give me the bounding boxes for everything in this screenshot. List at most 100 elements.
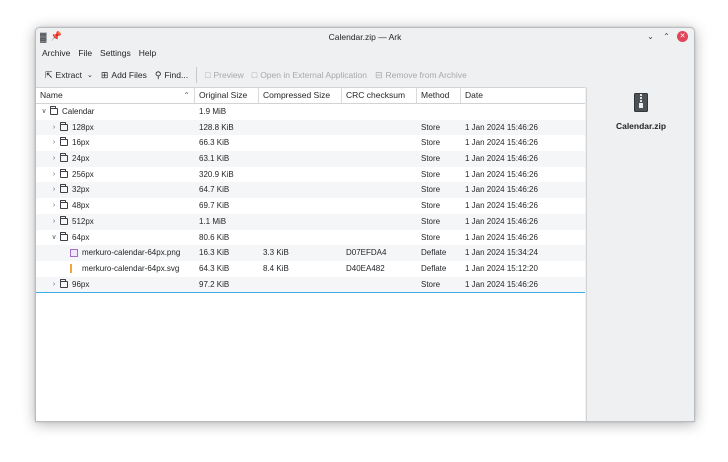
cell-date: 1 Jan 2024 15:46:26 [465, 154, 538, 164]
minimize-icon[interactable]: ⌄ [645, 31, 656, 42]
chevron-right-icon[interactable]: › [50, 182, 58, 198]
cell-name: 512px [72, 216, 94, 226]
cell-name: 64px [72, 232, 90, 242]
cell-method: Store [421, 154, 441, 164]
close-icon[interactable]: ✕ [677, 31, 688, 42]
table-row[interactable]: › 16px 66.3 KiB Store 1 Jan 2024 15:46:26 [36, 135, 585, 151]
table-row[interactable]: › 512px 1.1 MiB Store 1 Jan 2024 15:46:26 [36, 213, 585, 230]
folder-icon [60, 137, 68, 147]
table-row[interactable]: ∨ 64px 80.6 KiB Store 1 Jan 2024 15:46:26 [36, 230, 585, 246]
chevron-right-icon[interactable]: › [50, 120, 58, 136]
cell-compressed: 3.3 KiB [263, 248, 289, 258]
cell-name: merkuro-calendar-64px.svg [82, 263, 180, 273]
cell-date: 1 Jan 2024 15:46:26 [465, 138, 538, 148]
toolbar: ⇱ Extract ⌄ ⊞ Add Files ⚲ Find... □ Prev… [36, 64, 694, 86]
image-file-icon [70, 248, 78, 257]
cell-original: 97.2 KiB [199, 279, 230, 289]
cell-method: Store [421, 122, 441, 132]
menu-file[interactable]: File [74, 46, 96, 62]
cell-date: 1 Jan 2024 15:46:26 [465, 279, 538, 289]
cell-method: Store [421, 185, 441, 195]
find-label: Find... [164, 70, 189, 80]
document-icon: □ [251, 70, 258, 80]
cell-original: 66.3 KiB [199, 138, 230, 148]
chevron-right-icon[interactable]: › [50, 135, 58, 151]
table-row[interactable]: › 48px 69.7 KiB Store 1 Jan 2024 15:46:26 [36, 198, 585, 214]
extract-button[interactable]: ⇱ Extract ⌄ [41, 67, 97, 84]
folder-icon [60, 153, 68, 163]
cell-date: 1 Jan 2024 15:34:24 [465, 248, 538, 258]
cell-original: 64.3 KiB [199, 263, 230, 273]
remove-label: Remove from Archive [385, 70, 467, 80]
table-row[interactable]: merkuro-calendar-64px.png 16.3 KiB 3.3 KiB… [36, 245, 585, 261]
cell-date: 1 Jan 2024 15:46:26 [465, 169, 538, 179]
add-files-button[interactable]: ⊞ Add Files [97, 67, 151, 84]
cell-date: 1 Jan 2024 15:46:26 [465, 232, 538, 242]
column-crc-checksum[interactable]: CRC checksum [342, 88, 417, 103]
chevron-right-icon[interactable]: › [50, 198, 58, 214]
preview-icon: □ [205, 70, 211, 80]
maximize-icon[interactable]: ⌃ [661, 31, 672, 42]
chevron-down-icon[interactable]: ⌄ [87, 71, 93, 79]
chevron-right-icon[interactable]: › [50, 277, 58, 293]
folder-icon [60, 121, 68, 131]
zip-archive-icon [634, 93, 648, 112]
cell-date: 1 Jan 2024 15:46:26 [465, 185, 538, 195]
chevron-down-icon[interactable]: ∨ [50, 230, 58, 246]
extract-icon: ⇱ [45, 69, 53, 80]
cell-original: 320.9 KiB [199, 169, 234, 179]
cell-method: Store [421, 279, 441, 289]
open-external-button[interactable]: □ Open in External Application [248, 67, 371, 83]
folder-icon [60, 231, 68, 241]
chevron-down-icon[interactable]: ∨ [40, 104, 48, 120]
column-original-size[interactable]: Original Size [195, 88, 259, 103]
cell-original: 80.6 KiB [199, 232, 230, 242]
menu-bar: Archive File Settings Help [36, 46, 160, 62]
chevron-right-icon[interactable]: › [50, 214, 58, 230]
menu-help[interactable]: Help [135, 46, 160, 62]
cell-name: 24px [72, 154, 90, 164]
cell-date: 1 Jan 2024 15:46:26 [465, 216, 538, 226]
remove-icon: ⊟ [374, 69, 383, 80]
preview-button[interactable]: □ Preview [201, 67, 248, 83]
menu-archive[interactable]: Archive [38, 46, 74, 62]
cell-name: 32px [72, 185, 90, 195]
chevron-right-icon[interactable]: › [50, 167, 58, 183]
cell-crc: D40EA482 [346, 263, 385, 273]
remove-button[interactable]: ⊟ Remove from Archive [371, 67, 471, 84]
search-icon: ⚲ [154, 69, 162, 80]
cell-original: 64.7 KiB [199, 185, 230, 195]
cell-original: 1.1 MiB [199, 216, 227, 226]
title-bar: ▓ 📌 Calendar.zip — Ark ⌄ ⌃ ✕ [36, 28, 694, 46]
find-button[interactable]: ⚲ Find... [151, 67, 192, 84]
menu-settings[interactable]: Settings [96, 46, 135, 62]
column-method[interactable]: Method [417, 88, 461, 103]
table-row[interactable]: › 96px 97.2 KiB Store 1 Jan 2024 15:46:26 [36, 276, 585, 294]
column-date[interactable]: Date [461, 88, 585, 103]
table-row[interactable]: merkuro-calendar-64px.svg 64.3 KiB 8.4 KiB… [36, 261, 585, 277]
column-name[interactable]: Name ⌃ [36, 88, 195, 103]
folder-icon [60, 278, 68, 288]
cell-method: Store [421, 201, 441, 211]
folder-icon [50, 106, 58, 115]
table-row[interactable]: ∨ Calendar 1.9 MiB [36, 104, 585, 120]
cell-method: Store [421, 216, 441, 226]
column-compressed-size[interactable]: Compressed Size [259, 88, 342, 103]
archive-contents-view[interactable]: Name ⌃ Original Size Compressed Size CRC… [36, 87, 585, 421]
add-files-label: Add Files [111, 70, 147, 80]
cell-name: 96px [72, 279, 90, 289]
table-row[interactable]: › 32px 64.7 KiB Store 1 Jan 2024 15:46:26 [36, 182, 585, 199]
chevron-right-icon[interactable]: › [50, 151, 58, 167]
info-panel: Calendar.zip [586, 87, 694, 421]
table-row[interactable]: › 256px 320.9 KiB Store 1 Jan 2024 15:46:26 [36, 167, 585, 183]
add-files-icon: ⊞ [100, 69, 109, 80]
window-title: Calendar.zip — Ark [328, 32, 402, 42]
table-row[interactable]: › 24px 63.1 KiB Store 1 Jan 2024 15:46:26 [36, 151, 585, 167]
cell-method: Deflate [421, 248, 447, 258]
cell-date: 1 Jan 2024 15:46:26 [465, 201, 538, 211]
cell-name: merkuro-calendar-64px.png [82, 248, 181, 258]
cell-name: 16px [72, 138, 90, 148]
cell-name: Calendar [62, 107, 95, 116]
cell-date: 1 Jan 2024 15:46:26 [465, 122, 538, 132]
table-row[interactable]: › 128px 128.8 KiB Store 1 Jan 2024 15:46:26 [36, 119, 585, 136]
